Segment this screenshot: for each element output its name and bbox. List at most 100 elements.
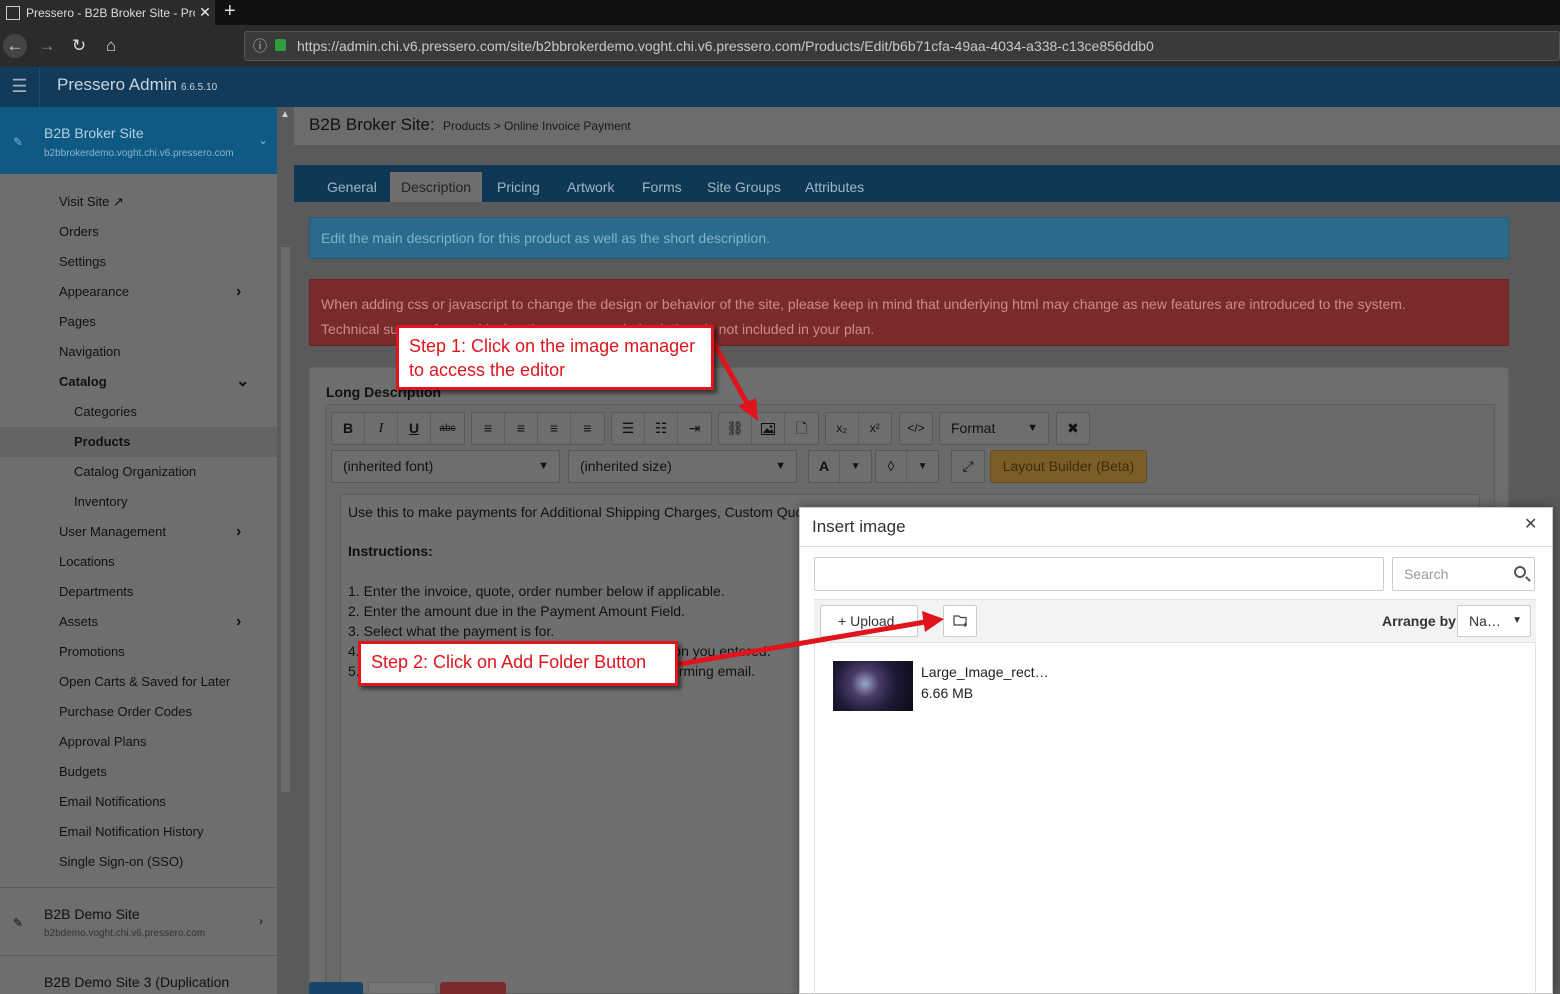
sidebar-item-navigation[interactable]: Navigation xyxy=(0,337,277,367)
sidebar-item-promotions[interactable]: Promotions xyxy=(0,637,277,667)
insert-file-icon[interactable]: 🗋 xyxy=(785,413,818,444)
delete-button[interactable] xyxy=(440,982,506,994)
sidebar-item-budgets[interactable]: Budgets xyxy=(0,757,277,787)
upload-button[interactable]: + Upload xyxy=(820,605,918,637)
justify-icon[interactable]: ≡ xyxy=(571,413,604,444)
numbered-list-icon[interactable]: ☷ xyxy=(645,413,678,444)
site-name: B2B Demo Site 3 (Duplication xyxy=(44,974,230,990)
file-name: Large_Image_rect… xyxy=(921,664,1049,680)
tab-description[interactable]: Description xyxy=(390,172,483,202)
tab-site-groups[interactable]: Site Groups xyxy=(696,172,792,202)
save-button[interactable] xyxy=(309,982,363,994)
bold-icon[interactable]: B xyxy=(332,413,365,444)
insert-image-dialog: Insert image ✕ Search + Upload Arrange b… xyxy=(799,507,1553,994)
sidebar-item-departments[interactable]: Departments xyxy=(0,577,277,607)
sidebar-item-settings[interactable]: Settings xyxy=(0,247,277,277)
sidebar-item-label: Products xyxy=(74,434,131,449)
fullscreen-icon[interactable]: ⤢ xyxy=(952,451,984,482)
url-text: https://admin.chi.v6.pressero.com/site/b… xyxy=(297,38,1154,54)
font-color-icon[interactable]: A xyxy=(809,451,841,482)
home-icon[interactable]: ⌂ xyxy=(99,34,123,58)
app-title: Pressero Admin 6.6.5.10 xyxy=(57,75,217,95)
breadcrumb[interactable]: Products > Online Invoice Payment xyxy=(443,119,631,133)
scroll-up-icon[interactable]: ▲ xyxy=(280,109,290,120)
sidebar-item-user-management[interactable]: User Management › xyxy=(0,517,277,547)
site-item-b2b-demo-3[interactable]: B2B Demo Site 3 (Duplication xyxy=(0,955,277,994)
caret-down-icon: ▼ xyxy=(775,460,786,472)
sidebar-item-approval-plans[interactable]: Approval Plans xyxy=(0,727,277,757)
sidebar-item-appearance[interactable]: Appearance › xyxy=(0,277,277,307)
tab-attributes[interactable]: Attributes xyxy=(794,172,875,202)
reload-icon[interactable]: ↻ xyxy=(67,34,91,58)
sidebar-scrollbar[interactable]: ▲ xyxy=(277,107,294,994)
sidebar-item-visit-site[interactable]: Visit Site ↗ xyxy=(0,187,277,217)
font-family-dropdown[interactable]: (inherited font) ▼ xyxy=(331,450,560,483)
sidebar-item-email-notifications[interactable]: Email Notifications xyxy=(0,787,277,817)
layout-builder-button[interactable]: Layout Builder (Beta) xyxy=(990,450,1147,483)
image-manager-icon[interactable] xyxy=(752,413,785,444)
arrange-by-dropdown[interactable]: Na… ▼ xyxy=(1457,605,1531,637)
address-bar[interactable]: ⓘ https://admin.chi.v6.pressero.com/site… xyxy=(244,31,1560,61)
search-input[interactable]: Search xyxy=(1392,557,1535,591)
sidebar-item-categories[interactable]: Categories xyxy=(0,397,277,427)
sidebar-item-assets[interactable]: Assets › xyxy=(0,607,277,637)
sidebar-item-email-history[interactable]: Email Notification History xyxy=(0,817,277,847)
font-size-dropdown[interactable]: (inherited size) ▼ xyxy=(568,450,797,483)
tab-forms[interactable]: Forms xyxy=(631,172,693,202)
back-icon[interactable]: ← xyxy=(3,34,27,58)
align-left-icon[interactable]: ≡ xyxy=(472,413,505,444)
new-tab-button[interactable]: + xyxy=(224,0,236,22)
sidebar-item-po-codes[interactable]: Purchase Order Codes xyxy=(0,697,277,727)
sidebar-item-label: Settings xyxy=(59,254,106,269)
sidebar-item-inventory[interactable]: Inventory xyxy=(0,487,277,517)
tab-artwork[interactable]: Artwork xyxy=(556,172,625,202)
sidebar-item-label: Locations xyxy=(59,554,115,569)
sidebar-item-orders[interactable]: Orders xyxy=(0,217,277,247)
align-right-icon[interactable]: ≡ xyxy=(538,413,571,444)
underline-icon[interactable]: U xyxy=(398,413,431,444)
tab-close-icon[interactable]: ✕ xyxy=(195,4,215,21)
view-html-icon[interactable]: </> xyxy=(900,413,932,444)
forward-icon[interactable]: → xyxy=(35,34,59,58)
italic-icon[interactable]: I xyxy=(365,413,398,444)
caret-down-icon[interactable]: ▼ xyxy=(840,451,871,482)
dialog-title: Insert image xyxy=(812,517,906,536)
bullet-list-icon[interactable]: ☰ xyxy=(612,413,645,444)
align-center-icon[interactable]: ≡ xyxy=(505,413,538,444)
path-input[interactable] xyxy=(814,557,1384,591)
fullscreen-group: ⤢ xyxy=(951,450,985,483)
scrollbar-thumb[interactable] xyxy=(281,247,290,792)
file-thumbnail[interactable] xyxy=(833,661,913,711)
site-item-b2b-demo[interactable]: ✎ B2B Demo Site b2bdemo.voght.chi.v6.pre… xyxy=(0,887,277,955)
sidebar-item-open-carts[interactable]: Open Carts & Saved for Later xyxy=(0,667,277,697)
browser-tab[interactable]: Pressero - B2B Broker Site - Pro ✕ xyxy=(0,0,215,25)
background-color-icon[interactable]: ◊ xyxy=(876,451,908,482)
sidebar-item-sso[interactable]: Single Sign-on (SSO) xyxy=(0,847,277,877)
add-folder-icon xyxy=(953,615,967,627)
content-step-1: 1. Enter the invoice, quote, order numbe… xyxy=(348,583,725,599)
sidebar-item-catalog[interactable]: Catalog ⌄ xyxy=(0,367,277,397)
caret-down-icon[interactable]: ▼ xyxy=(907,451,938,482)
sidebar-item-pages[interactable]: Pages xyxy=(0,307,277,337)
clear-format-icon[interactable]: ✖ xyxy=(1057,413,1089,444)
format-dropdown[interactable]: Format ▼ xyxy=(939,412,1049,445)
close-icon[interactable]: ✕ xyxy=(1524,514,1537,534)
link-icon[interactable]: ⛓ xyxy=(719,413,752,444)
indent-icon[interactable]: ⇥ xyxy=(678,413,711,444)
tab-general[interactable]: General xyxy=(316,172,388,202)
superscript-icon[interactable]: x² xyxy=(859,413,892,444)
info-alert: Edit the main description for this produ… xyxy=(309,217,1509,259)
search-placeholder: Search xyxy=(1404,566,1449,582)
sidebar-item-catalog-organization[interactable]: Catalog Organization xyxy=(0,457,277,487)
menu-toggle-icon[interactable]: ☰ xyxy=(0,67,40,107)
cancel-button[interactable] xyxy=(368,982,436,994)
tab-pricing[interactable]: Pricing xyxy=(486,172,551,202)
warning-line-1: When adding css or javascript to change … xyxy=(321,296,1406,312)
subscript-icon[interactable]: x₂ xyxy=(826,413,859,444)
sidebar-item-products[interactable]: Products xyxy=(0,427,277,457)
current-site-header[interactable]: ✎ B2B Broker Site b2bbrokerdemo.voght.ch… xyxy=(0,107,277,174)
add-folder-button[interactable] xyxy=(943,605,977,637)
sidebar-item-locations[interactable]: Locations xyxy=(0,547,277,577)
arrange-by-label: Arrange by: xyxy=(1382,613,1461,629)
strikethrough-icon[interactable]: abc xyxy=(431,413,464,444)
